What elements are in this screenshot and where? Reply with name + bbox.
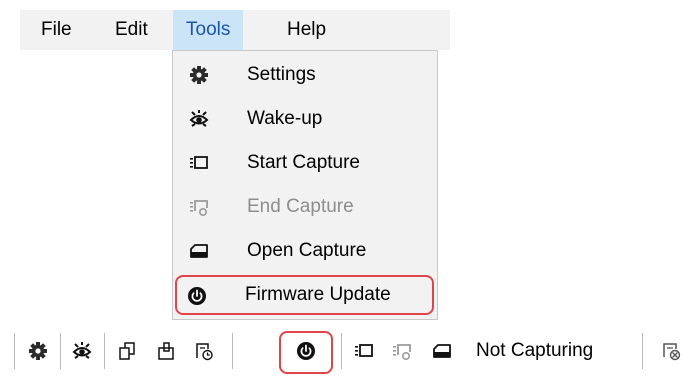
wake-eye-icon: [189, 109, 209, 129]
folder-icon: [189, 241, 209, 261]
start-capture-icon: [189, 153, 209, 173]
toolbar: Not Capturing: [0, 326, 700, 376]
import-icon[interactable]: [156, 341, 176, 361]
gear-icon[interactable]: [28, 341, 48, 361]
toolbar-separator: [642, 333, 643, 369]
toolbar-separator: [232, 333, 233, 369]
gear-icon: [189, 65, 209, 85]
menu-item-end-capture: End Capture: [177, 185, 433, 229]
wake-eye-icon[interactable]: [72, 341, 92, 361]
menu-item-label: Wake-up: [247, 108, 323, 129]
disconnect-icon[interactable]: [661, 341, 681, 361]
toolbar-separator: [341, 333, 342, 369]
menu-item-settings[interactable]: Settings: [177, 53, 433, 97]
menu-edit[interactable]: Edit: [102, 10, 161, 50]
menu-item-label: Settings: [247, 64, 316, 85]
menu-item-wake-up[interactable]: Wake-up: [177, 97, 433, 141]
menu-help[interactable]: Help: [274, 10, 339, 50]
end-capture-icon: [392, 341, 412, 361]
toolbar-separator: [60, 333, 61, 369]
start-capture-icon[interactable]: [354, 341, 374, 361]
menu-item-firmware-update[interactable]: Firmware Update: [175, 275, 434, 315]
menu-bar: File Edit Tools Help: [20, 10, 450, 50]
export-icon[interactable]: [117, 341, 137, 361]
menu-item-label: End Capture: [247, 196, 354, 217]
tools-dropdown-menu: Settings Wake-up Start Capture End Captu…: [172, 50, 438, 320]
folder-icon[interactable]: [432, 341, 452, 361]
capture-status-text: Not Capturing: [476, 340, 594, 361]
menu-item-start-capture[interactable]: Start Capture: [177, 141, 433, 185]
power-icon[interactable]: [296, 341, 316, 361]
toolbar-separator: [104, 333, 105, 369]
toolbar-separator: [14, 333, 15, 369]
app-window: File Edit Tools Help Settings Wake-up St…: [0, 0, 700, 376]
menu-item-label: Firmware Update: [245, 284, 391, 305]
menu-tools[interactable]: Tools: [173, 10, 244, 50]
end-capture-icon: [189, 197, 209, 217]
menu-item-label: Open Capture: [247, 240, 367, 261]
schedule-icon[interactable]: [194, 341, 214, 361]
power-icon: [187, 286, 207, 306]
menu-file[interactable]: File: [28, 10, 85, 50]
menu-item-open-capture[interactable]: Open Capture: [177, 229, 433, 273]
menu-item-label: Start Capture: [247, 152, 360, 173]
